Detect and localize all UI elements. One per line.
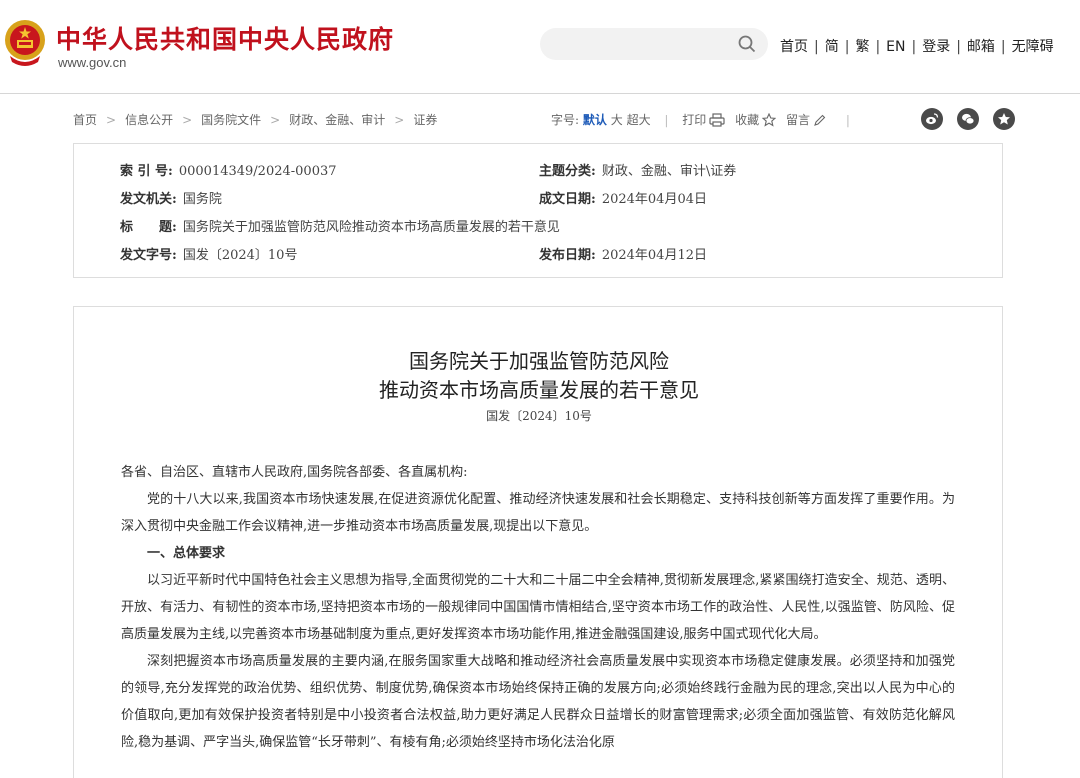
share-icons: [911, 108, 1015, 133]
paragraph: 深刻把握资本市场高质量发展的主要内涵,在服务国家重大战略和推动经济社会高质量发展…: [121, 654, 955, 750]
publish-date-value: 2024年04月12日: [601, 248, 707, 263]
favorite-star-icon[interactable]: [992, 108, 1015, 130]
tool-divider: |: [845, 113, 850, 127]
star-outline-icon: [761, 112, 777, 127]
index-value: 000014349/2024-00037: [178, 164, 337, 179]
site-url: www.gov.cn: [58, 55, 127, 70]
info-publish-date-row: 发布日期: 2024年04月12日: [539, 244, 707, 263]
font-size-label: 字号:: [551, 113, 580, 127]
section-heading: 一、总体要求: [147, 546, 226, 561]
article-title: 国务院关于加强监管防范风险 推动资本市场高质量发展的若干意见: [74, 347, 1004, 405]
breadcrumb: 首页 > 信息公开 > 国务院文件 > 财政、金融、审计 > 证券: [73, 111, 437, 128]
salutation: 各省、自治区、直辖市人民政府,国务院各部委、各直属机构:: [121, 465, 468, 480]
breadcrumb-state-council-docs[interactable]: 国务院文件: [201, 113, 261, 127]
issuer-value: 国务院: [182, 192, 222, 207]
breadcrumb-arrow: >: [182, 113, 193, 127]
info-title-row: 标 题: 国务院关于加强监管防范风险推动资本市场高质量发展的若干意见: [120, 216, 560, 235]
title-label: 标 题:: [120, 220, 177, 235]
wechat-icon[interactable]: [956, 108, 979, 130]
pencil-icon: [814, 114, 826, 126]
breadcrumb-finance[interactable]: 财政、金融、审计: [289, 113, 385, 127]
nav-mail-link[interactable]: 邮箱: [967, 39, 995, 55]
info-issuer-row: 发文机关: 国务院: [120, 188, 222, 207]
title-value: 国务院关于加强监管防范风险推动资本市场高质量发展的若干意见: [182, 220, 560, 235]
top-nav-links: 首页 | 简 | 繁 | EN | 登录 | 邮箱 | 无障碍: [780, 36, 1054, 56]
info-docno-row: 发文字号: 国发〔2024〕10号: [120, 244, 297, 263]
article-doc-number: 国发〔2024〕10号: [486, 409, 592, 423]
category-value: 财政、金融、审计\证券: [601, 164, 737, 179]
favorite-button[interactable]: 收藏: [735, 112, 777, 127]
search-icon[interactable]: [738, 35, 756, 53]
article-title-line2: 推动资本市场高质量发展的若干意见: [379, 378, 699, 402]
breadcrumb-arrow: >: [106, 113, 117, 127]
written-date-label: 成文日期:: [539, 192, 596, 207]
info-category-row: 主题分类: 财政、金融、审计\证券: [539, 160, 736, 179]
info-index-row: 索 引 号: 000014349/2024-00037: [120, 160, 337, 179]
docno-label: 发文字号:: [120, 248, 177, 263]
separator: |: [1000, 39, 1006, 55]
issuer-label: 发文机关:: [120, 192, 177, 207]
breadcrumb-info-public[interactable]: 信息公开: [125, 113, 173, 127]
tool-divider: |: [664, 113, 669, 127]
nav-login-link[interactable]: 登录: [922, 39, 950, 55]
font-size-large[interactable]: 大: [611, 113, 623, 127]
publish-date-label: 发布日期:: [539, 248, 596, 263]
site-header: 中华人民共和国中央人民政府 www.gov.cn 首页 | 简 | 繁 | EN | 登录 | 邮箱…: [0, 0, 1080, 94]
favorite-label: 收藏: [735, 113, 760, 127]
article-body: 各省、自治区、直辖市人民政府,国务院各部委、各直属机构: 党的十八大以来,我国资…: [121, 459, 955, 756]
separator: |: [956, 39, 961, 55]
breadcrumb-home[interactable]: 首页: [73, 113, 97, 127]
nav-english-link[interactable]: EN: [886, 39, 905, 55]
nav-traditional-link[interactable]: 繁: [855, 39, 869, 55]
paragraph: 以习近平新时代中国特色社会主义思想为指导,全面贯彻党的二十大和二十届二中全会精神…: [121, 573, 955, 642]
index-label: 索 引 号:: [120, 164, 173, 179]
font-size-default[interactable]: 默认: [583, 113, 607, 127]
category-label: 主题分类:: [539, 164, 596, 179]
printer-icon: [709, 113, 725, 127]
article-title-line1: 国务院关于加强监管防范风险: [409, 349, 669, 373]
breadcrumb-arrow: >: [270, 113, 281, 127]
info-written-date-row: 成文日期: 2024年04月04日: [539, 188, 707, 207]
nav-home-link[interactable]: 首页: [780, 39, 808, 55]
search-input[interactable]: [540, 28, 768, 60]
print-button[interactable]: 打印: [682, 113, 725, 127]
nav-simplified-link[interactable]: 简: [825, 39, 839, 55]
written-date-value: 2024年04月04日: [601, 192, 707, 207]
comment-label: 留言: [785, 113, 810, 127]
comment-button[interactable]: 留言: [786, 113, 826, 127]
site-title[interactable]: 中华人民共和国中央人民政府: [56, 20, 394, 56]
nav-accessibility-link[interactable]: 无障碍: [1012, 39, 1054, 55]
separator: |: [814, 39, 819, 55]
breadcrumb-arrow: >: [394, 113, 405, 127]
separator: |: [875, 39, 881, 55]
separator: |: [911, 39, 917, 55]
paragraph: 党的十八大以来,我国资本市场快速发展,在促进资源优化配置、推动经济快速发展和社会…: [121, 492, 955, 534]
separator: |: [844, 39, 850, 55]
article-content: 国务院关于加强监管防范风险 推动资本市场高质量发展的若干意见 国发〔2024〕1…: [73, 306, 1003, 778]
toolbar-row: 首页 > 信息公开 > 国务院文件 > 财政、金融、审计 > 证券 字号: 默认 大 超大 | …: [73, 108, 1015, 130]
national-emblem-logo[interactable]: [2, 18, 48, 68]
font-size-xlarge[interactable]: 超大: [627, 113, 651, 127]
document-info-table: 索 引 号: 000014349/2024-00037 主题分类: 财政、金融、审计…: [73, 143, 1003, 278]
weibo-icon[interactable]: [921, 108, 943, 130]
article-tools: 字号: 默认 大 超大 | 打印 收藏 留言 |: [551, 111, 860, 128]
breadcrumb-securities[interactable]: 证券: [413, 113, 437, 127]
print-label: 打印: [682, 113, 707, 127]
docno-value: 国发〔2024〕10号: [182, 248, 298, 263]
